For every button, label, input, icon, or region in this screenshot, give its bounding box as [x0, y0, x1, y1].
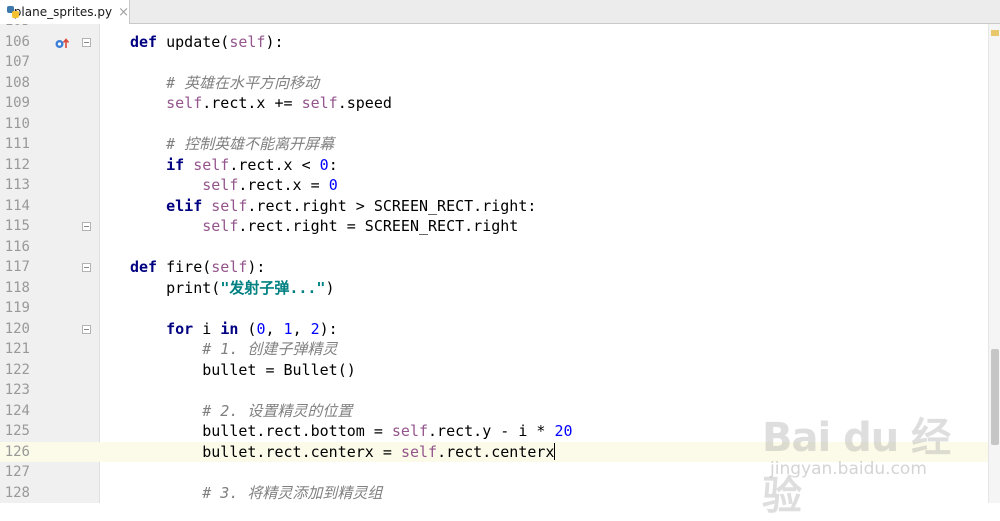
line-number: 106: [4, 33, 30, 50]
code-text: if self.rect.x < 0:: [166, 155, 338, 174]
line-number: 110: [4, 115, 30, 132]
code-line[interactable]: 128 # 3. 将精灵添加到精灵组: [0, 483, 988, 504]
line-number: 118: [4, 279, 30, 296]
code-text: # 3. 将精灵添加到精灵组: [202, 483, 383, 502]
code-text: elif self.rect.right > SCREEN_RECT.right…: [166, 196, 537, 215]
code-text: def fire(self):: [130, 258, 266, 276]
code-line[interactable]: 106 def update(self):: [0, 32, 988, 53]
scrollbar-thumb[interactable]: [991, 349, 999, 445]
code-line[interactable]: 123: [0, 380, 988, 401]
code-text: bullet.rect.bottom = self.rect.y - i * 2…: [130, 422, 573, 440]
file-tab[interactable]: plane_sprites.py ×: [0, 0, 130, 24]
line-number: 112: [4, 156, 30, 173]
code-line[interactable]: 108 # 英雄在水平方向移动: [0, 73, 988, 94]
code-line[interactable]: 122 bullet = Bullet(): [0, 360, 988, 381]
fold-end-icon[interactable]: [82, 222, 91, 231]
line-number: 125: [4, 423, 30, 439]
line-number: 111: [4, 136, 30, 152]
code-line[interactable]: 119: [0, 298, 988, 319]
line-number: 117: [4, 259, 30, 275]
line-number: 123: [4, 382, 30, 398]
code-line[interactable]: 115 self.rect.right = SCREEN_RECT.right: [0, 216, 988, 237]
code-text: bullet.rect.centerx = self.rect.centerx: [130, 442, 556, 461]
code-text: self.rect.right = SCREEN_RECT.right: [202, 217, 519, 235]
line-number: 114: [4, 197, 30, 214]
line-number: 124: [4, 402, 30, 419]
code-text: for i in (0, 1, 2):: [166, 319, 338, 338]
code-line[interactable]: 116: [0, 237, 988, 258]
code-text: # 1. 创建子弹精灵: [202, 340, 338, 358]
code-line[interactable]: 113 self.rect.x = 0: [0, 175, 988, 196]
line-number: 120: [4, 320, 30, 337]
code-line[interactable]: 124 # 2. 设置精灵的位置: [0, 401, 988, 422]
code-line[interactable]: 105: [0, 24, 988, 32]
code-text: # 2. 设置精灵的位置: [202, 401, 353, 420]
line-number: 108: [4, 74, 30, 91]
line-number: 126: [4, 443, 30, 460]
code-text: self.rect.x += self.speed: [166, 94, 392, 112]
line-number: 127: [4, 464, 30, 480]
line-number: 121: [4, 341, 30, 357]
line-number: 115: [4, 218, 30, 234]
editor-tab-bar: plane_sprites.py ×: [0, 0, 1000, 24]
code-line[interactable]: 121 # 1. 创建子弹精灵: [0, 339, 988, 360]
warning-marker[interactable]: [991, 30, 999, 36]
code-line[interactable]: 107: [0, 52, 988, 73]
line-number: 119: [4, 300, 30, 316]
fold-toggle-icon[interactable]: [82, 263, 91, 272]
code-line[interactable]: 111 # 控制英雄不能离开屏幕: [0, 134, 988, 155]
text-caret: [554, 442, 556, 460]
code-line[interactable]: 120 for i in (0, 1, 2):: [0, 319, 988, 340]
code-lines: 105106 def update(self): 107 108 # 英雄在水平方向移…: [0, 24, 1000, 503]
code-line[interactable]: 112 if self.rect.x < 0:: [0, 155, 988, 176]
code-line[interactable]: 127: [0, 462, 988, 483]
line-number: 105: [0, 24, 30, 32]
code-line[interactable]: 114 elif self.rect.right > SCREEN_RECT.r…: [0, 196, 988, 217]
code-text: def update(self):: [130, 32, 284, 51]
line-number: 107: [4, 54, 30, 70]
fold-toggle-icon[interactable]: [82, 37, 91, 47]
override-method-icon[interactable]: [55, 38, 69, 50]
code-text: self.rect.x = 0: [202, 176, 338, 194]
code-text: print("发射子弹..."): [130, 278, 335, 297]
code-text: bullet = Bullet(): [130, 360, 356, 379]
code-line[interactable]: 118 print("发射子弹..."): [0, 278, 988, 299]
vertical-scrollbar[interactable]: [988, 24, 1000, 503]
code-text: # 英雄在水平方向移动: [166, 73, 320, 92]
line-number: 116: [4, 238, 30, 255]
code-line[interactable]: 126 bullet.rect.centerx = self.rect.cent…: [0, 441, 988, 462]
file-tab-label: plane_sprites.py: [13, 5, 113, 19]
code-line[interactable]: 110: [0, 114, 988, 135]
fold-toggle-icon[interactable]: [82, 324, 91, 334]
code-line[interactable]: 109 self.rect.x += self.speed: [0, 93, 988, 114]
python-file-icon: [7, 6, 19, 18]
line-number: 109: [4, 95, 30, 111]
line-number: 122: [4, 361, 30, 378]
line-number: 113: [4, 177, 30, 193]
code-line[interactable]: 117 def fire(self):: [0, 257, 988, 278]
close-tab-icon[interactable]: ×: [118, 5, 129, 20]
code-line[interactable]: 125 bullet.rect.bottom = self.rect.y - i…: [0, 421, 988, 442]
line-number: 128: [4, 484, 30, 501]
code-text: # 控制英雄不能离开屏幕: [166, 135, 335, 153]
